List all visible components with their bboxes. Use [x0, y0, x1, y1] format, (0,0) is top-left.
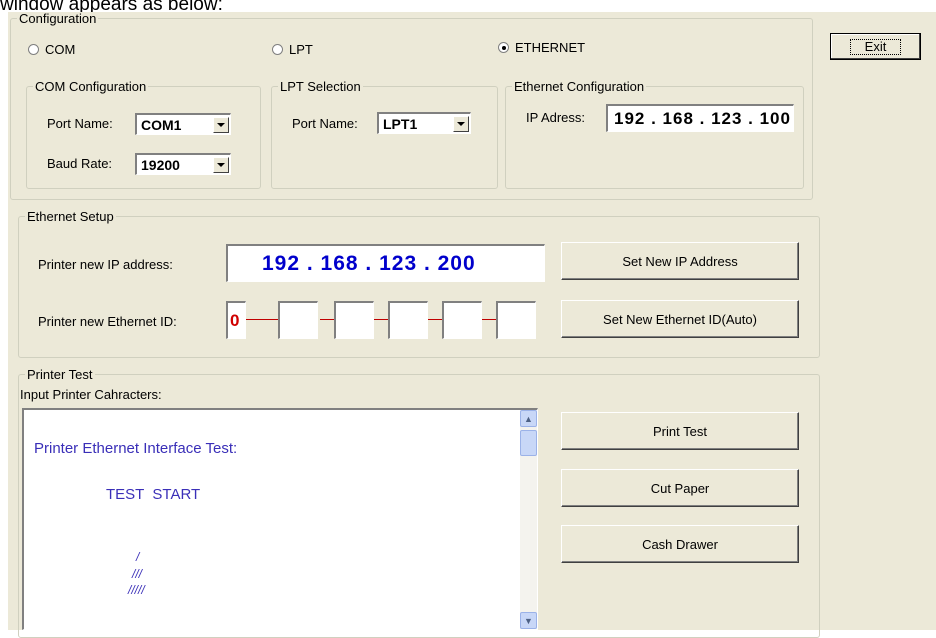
configuration-legend: Configuration	[19, 11, 97, 26]
new-ip-label: Printer new IP address:	[38, 257, 173, 272]
test-text-line-5: /////	[128, 583, 145, 597]
ethernet-id-separator	[320, 319, 334, 320]
printer-characters-textarea[interactable]: Printer Ethernet Interface Test: TEST ST…	[22, 408, 538, 630]
vertical-scrollbar[interactable]: ▲ ▼	[520, 410, 537, 629]
radio-com[interactable]: COM	[28, 42, 75, 57]
ethernet-id-field-6[interactable]	[496, 301, 536, 339]
ip-address-field[interactable]: 192 . 168 . 123 . 100	[606, 104, 794, 132]
radio-com-label: COM	[45, 42, 76, 57]
com-port-select[interactable]: COM1	[135, 113, 231, 135]
ethernet-configuration-legend: Ethernet Configuration	[514, 79, 645, 94]
test-text-line-1: Printer Ethernet Interface Test:	[34, 440, 238, 457]
test-text-line-3: /	[136, 550, 140, 564]
ethernet-id-separator	[246, 319, 278, 320]
ethernet-setup-legend: Ethernet Setup	[27, 209, 114, 224]
chevron-down-icon[interactable]	[213, 116, 229, 133]
printer-test-legend: Printer Test	[27, 367, 93, 382]
baud-rate-label: Baud Rate:	[47, 156, 113, 171]
new-ip-value: 192 . 168 . 123 . 200	[262, 251, 476, 275]
baud-rate-select[interactable]: 19200	[135, 153, 231, 175]
ethernet-id-value-1: 0	[230, 310, 240, 330]
set-new-ethernet-id-button-label: Set New Ethernet ID(Auto)	[603, 311, 757, 327]
exit-button[interactable]: Exit	[830, 33, 921, 60]
input-printer-characters-label: Input Printer Cahracters:	[20, 387, 162, 402]
lpt-port-select[interactable]: LPT1	[377, 112, 471, 134]
ethernet-id-field-5[interactable]	[442, 301, 482, 339]
radio-ethernet-label: ETHERNET	[515, 40, 586, 55]
scroll-down-icon[interactable]: ▼	[520, 612, 537, 629]
chevron-down-icon[interactable]	[453, 115, 469, 132]
com-configuration-legend: COM Configuration	[35, 79, 147, 94]
ethernet-id-field-1[interactable]: 0	[226, 301, 246, 339]
ethernet-id-field-2[interactable]	[278, 301, 318, 339]
com-port-value: COM1	[141, 116, 182, 133]
baud-rate-value: 19200	[141, 156, 180, 173]
radio-lpt-label: LPT	[289, 42, 313, 57]
radio-lpt-indicator	[272, 44, 283, 55]
scrollbar-thumb[interactable]	[520, 430, 537, 456]
radio-lpt[interactable]: LPT	[272, 42, 313, 57]
new-ip-field[interactable]: 192 . 168 . 123 . 200	[226, 244, 545, 282]
lpt-selection-legend: LPT Selection	[280, 79, 361, 94]
set-new-ip-button-label: Set New IP Address	[622, 253, 738, 269]
cash-drawer-button-label: Cash Drawer	[642, 536, 718, 552]
print-test-button[interactable]: Print Test	[561, 412, 799, 450]
set-new-ethernet-id-button[interactable]: Set New Ethernet ID(Auto)	[561, 300, 799, 338]
lpt-selection-group: LPT Selection	[271, 80, 498, 189]
cash-drawer-button[interactable]: Cash Drawer	[561, 525, 799, 563]
ethernet-id-separator	[374, 319, 388, 320]
printer-tool-window: Configuration COM LPT ETHERNET COM Confi…	[8, 11, 936, 638]
com-port-label: Port Name:	[47, 116, 113, 131]
test-text-line-2: TEST START	[106, 486, 201, 503]
test-text-line-4: ///	[132, 567, 143, 581]
ethernet-id-separator	[428, 319, 442, 320]
radio-ethernet[interactable]: ETHERNET	[498, 40, 585, 55]
ethernet-id-field-4[interactable]	[388, 301, 428, 339]
exit-button-label: Exit	[849, 38, 902, 55]
ip-address-value: 192 . 168 . 123 . 100	[614, 108, 791, 128]
lpt-port-label: Port Name:	[292, 116, 358, 131]
radio-ethernet-indicator	[498, 42, 509, 53]
radio-com-indicator	[28, 44, 39, 55]
print-test-button-label: Print Test	[653, 423, 707, 439]
lpt-port-value: LPT1	[383, 115, 418, 132]
chevron-down-icon[interactable]	[213, 156, 229, 173]
cut-paper-button-label: Cut Paper	[650, 480, 710, 496]
scroll-up-icon[interactable]: ▲	[520, 410, 537, 427]
ethernet-id-field-3[interactable]	[334, 301, 374, 339]
cut-paper-button[interactable]: Cut Paper	[561, 469, 799, 507]
ethernet-id-separator	[482, 319, 496, 320]
ip-address-label: IP Adress:	[526, 110, 586, 125]
set-new-ip-button[interactable]: Set New IP Address	[561, 242, 799, 280]
new-ethernet-id-label: Printer new Ethernet ID:	[38, 314, 177, 329]
ethernet-configuration-group: Ethernet Configuration	[505, 80, 804, 189]
